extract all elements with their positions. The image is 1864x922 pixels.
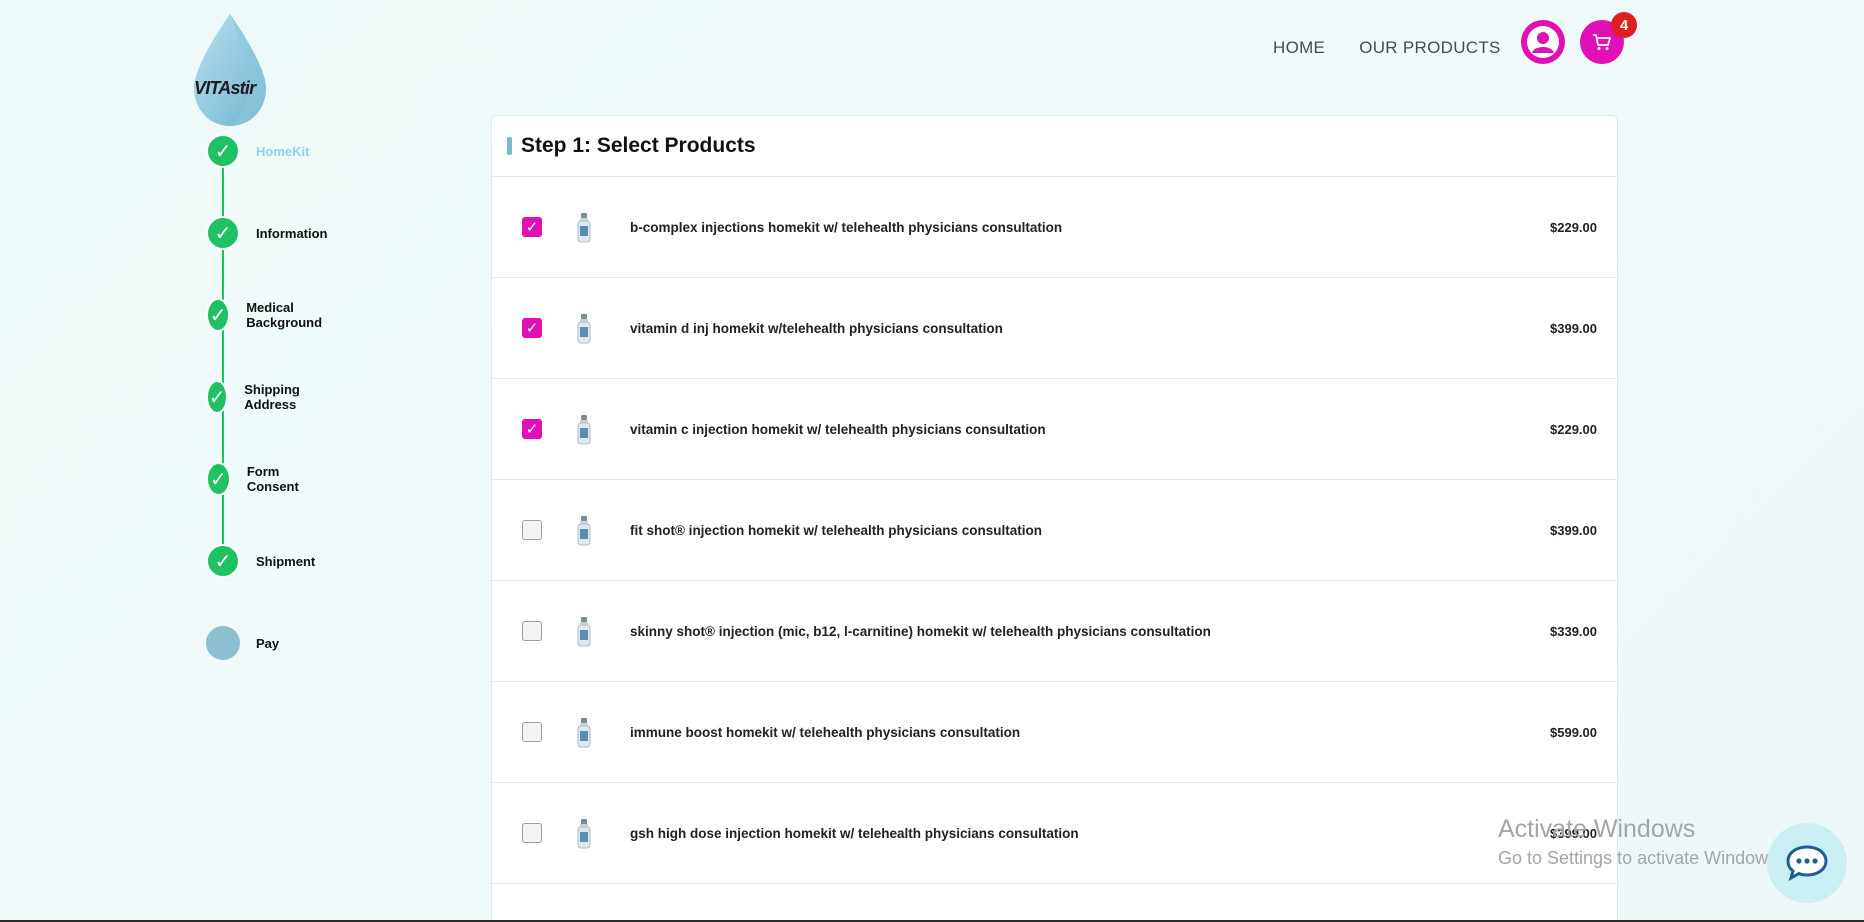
product-row[interactable]: gsh high dose injection homekit w/ teleh…: [492, 783, 1617, 884]
nav-home-link[interactable]: HOME: [1273, 38, 1325, 58]
product-row[interactable]: ✓ b-complex injections homekit w/ telehe…: [492, 177, 1617, 278]
step-label: HomeKit: [256, 143, 310, 159]
brand-logo[interactable]: VITAstir: [190, 12, 270, 128]
nav-products-link[interactable]: OUR PRODUCTS: [1359, 38, 1501, 58]
product-price: $229.00: [1550, 219, 1597, 235]
product-price: $599.00: [1550, 724, 1597, 740]
step-shipping-address[interactable]: ✓ Shipping Address: [206, 380, 312, 414]
product-name: vitamin d inj homekit w/telehealth physi…: [630, 320, 1003, 336]
product-name: vitamin c injection homekit w/ telehealt…: [630, 421, 1046, 437]
chat-icon: [1786, 845, 1828, 882]
step-label: Medical Background: [246, 300, 323, 330]
step-form-consent[interactable]: ✓ Form Consent: [206, 462, 308, 496]
check-icon: ✓: [206, 462, 231, 496]
vial-icon: [577, 415, 591, 445]
step-label: Shipment: [256, 553, 316, 569]
cart-count-badge: 4: [1611, 12, 1637, 38]
header-accent-bar: [507, 137, 512, 155]
product-price: $339.00: [1550, 623, 1597, 639]
water-drop-icon: [194, 14, 266, 126]
watermark-subtitle: Go to Settings to activate Windows.: [1498, 848, 1783, 868]
vial-icon: [577, 516, 591, 546]
product-checkbox[interactable]: ✓: [522, 419, 542, 439]
check-icon: ✓: [206, 216, 240, 250]
product-checkbox[interactable]: ✓: [522, 217, 542, 237]
chat-button[interactable]: [1767, 823, 1847, 903]
product-row[interactable]: ✓ vitamin c injection homekit w/ telehea…: [492, 379, 1617, 480]
vial-icon: [577, 314, 591, 344]
step-medical-background[interactable]: ✓ Medical Background: [206, 298, 332, 332]
check-icon: ✓: [206, 298, 231, 332]
product-price: $399.00: [1550, 320, 1597, 336]
user-account-button[interactable]: [1521, 20, 1565, 64]
product-row[interactable]: fit shot® injection homekit w/ telehealt…: [492, 480, 1617, 581]
stepper-line: [222, 150, 224, 560]
product-name: b-complex injections homekit w/ teleheal…: [630, 219, 1063, 235]
product-checkbox[interactable]: [522, 621, 542, 641]
product-name: skinny shot® injection (mic, b12, l-carn…: [630, 623, 1211, 639]
vial-icon: [577, 819, 591, 849]
product-checkbox[interactable]: [522, 823, 542, 843]
product-name: immune boost homekit w/ telehealth physi…: [630, 724, 1021, 740]
cart-icon: [1593, 34, 1611, 50]
product-checkbox[interactable]: [522, 520, 542, 540]
product-row[interactable]: skinny shot® injection (mic, b12, l-carn…: [492, 581, 1617, 682]
product-checkbox[interactable]: ✓: [522, 318, 542, 338]
product-row[interactable]: ✓ vitamin d inj homekit w/telehealth phy…: [492, 278, 1617, 379]
product-row[interactable]: immune boost homekit w/ telehealth physi…: [492, 682, 1617, 783]
vial-icon: [577, 213, 591, 243]
step-information[interactable]: ✓ Information: [206, 216, 328, 250]
product-price: $229.00: [1550, 421, 1597, 437]
step-pay[interactable]: Pay: [206, 626, 279, 660]
pending-step-dot: [206, 626, 240, 660]
logo-text: VITAstir: [194, 78, 256, 98]
vial-icon: [577, 718, 591, 748]
vial-icon: [577, 617, 591, 647]
check-icon: ✓: [206, 134, 240, 168]
product-selection-panel: Step 1: Select Products ✓ b-complex inje…: [491, 115, 1618, 922]
product-checkbox[interactable]: [522, 722, 542, 742]
step-homekit[interactable]: ✓ HomeKit: [206, 134, 309, 168]
watermark-title: Activate Windows: [1498, 815, 1696, 843]
product-price: $399.00: [1550, 522, 1597, 538]
user-icon: [1527, 26, 1559, 58]
check-icon: ✓: [206, 544, 240, 578]
step-label: Shipping Address: [244, 382, 300, 412]
step-label: Form Consent: [246, 464, 299, 494]
step-label: Pay: [256, 635, 280, 651]
check-icon: ✓: [206, 380, 229, 414]
step-shipment[interactable]: ✓ Shipment: [206, 544, 315, 578]
top-nav: HOME OUR PRODUCTS: [1273, 38, 1501, 58]
product-name: fit shot® injection homekit w/ telehealt…: [630, 522, 1043, 538]
step-label: Information: [256, 225, 328, 241]
panel-header: Step 1: Select Products: [492, 116, 1617, 177]
panel-title: Step 1: Select Products: [521, 134, 756, 157]
product-name: gsh high dose injection homekit w/ teleh…: [630, 825, 1079, 841]
windows-activation-watermark: Activate Windows Go to Settings to activ…: [1498, 815, 1782, 869]
